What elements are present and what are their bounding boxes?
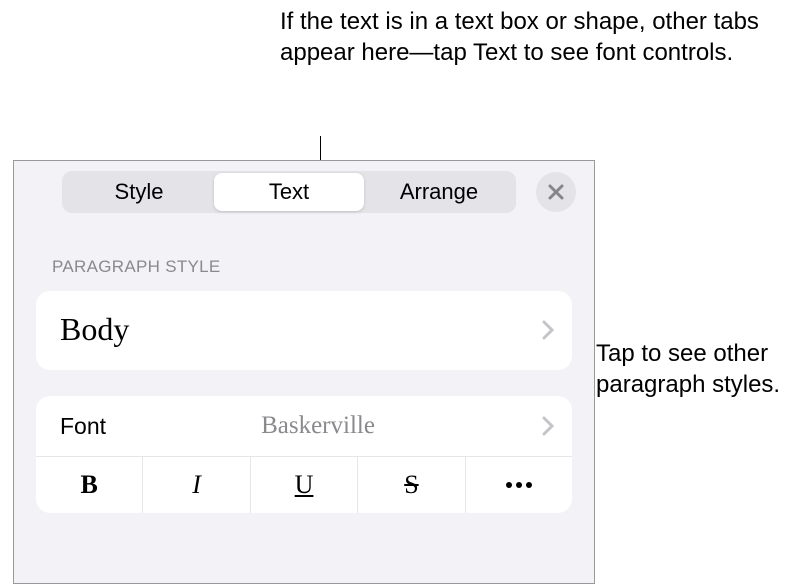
tab-text[interactable]: Text [214,173,364,211]
chevron-right-icon [542,320,554,340]
bold-label: B [81,470,98,500]
bold-button[interactable]: B [36,457,143,513]
paragraph-style-card[interactable]: Body [36,291,572,370]
tab-label: Style [115,179,164,204]
font-value: Baskerville [261,412,375,440]
chevron-right-icon [542,416,554,436]
close-button[interactable] [536,172,576,212]
callout-text: Tap to see other paragraph styles. [596,340,780,398]
font-card: Font Baskerville B I U S [36,396,572,513]
more-button[interactable] [466,457,572,513]
tab-label: Text [269,179,309,204]
tab-arrange[interactable]: Arrange [364,173,514,211]
tab-label: Arrange [400,179,478,204]
tabs-row: Style Text Arrange [14,161,594,225]
callout-text: If the text is in a text box or shape, o… [280,8,759,66]
paragraph-style-value: Body [60,311,129,348]
more-icon [505,481,533,489]
font-row[interactable]: Font Baskerville [36,396,572,457]
italic-label: I [192,470,201,500]
paragraph-style-row[interactable]: Body [36,291,572,370]
section-header-paragraph-style: PARAGRAPH STYLE [14,225,594,287]
format-panel: Style Text Arrange PARAGRAPH STYLE Body … [13,160,595,584]
strike-label: S [404,470,418,500]
font-label: Font [60,413,106,440]
italic-button[interactable]: I [143,457,250,513]
underline-label: U [295,470,314,500]
callout-right-text: Tap to see other paragraph styles. [596,338,806,400]
text-style-row: B I U S [36,457,572,513]
underline-button[interactable]: U [251,457,358,513]
callout-top-text: If the text is in a text box or shape, o… [280,6,806,68]
strikethrough-button[interactable]: S [358,457,465,513]
tab-style[interactable]: Style [64,173,214,211]
tab-group: Style Text Arrange [62,171,516,213]
close-icon [547,183,565,201]
